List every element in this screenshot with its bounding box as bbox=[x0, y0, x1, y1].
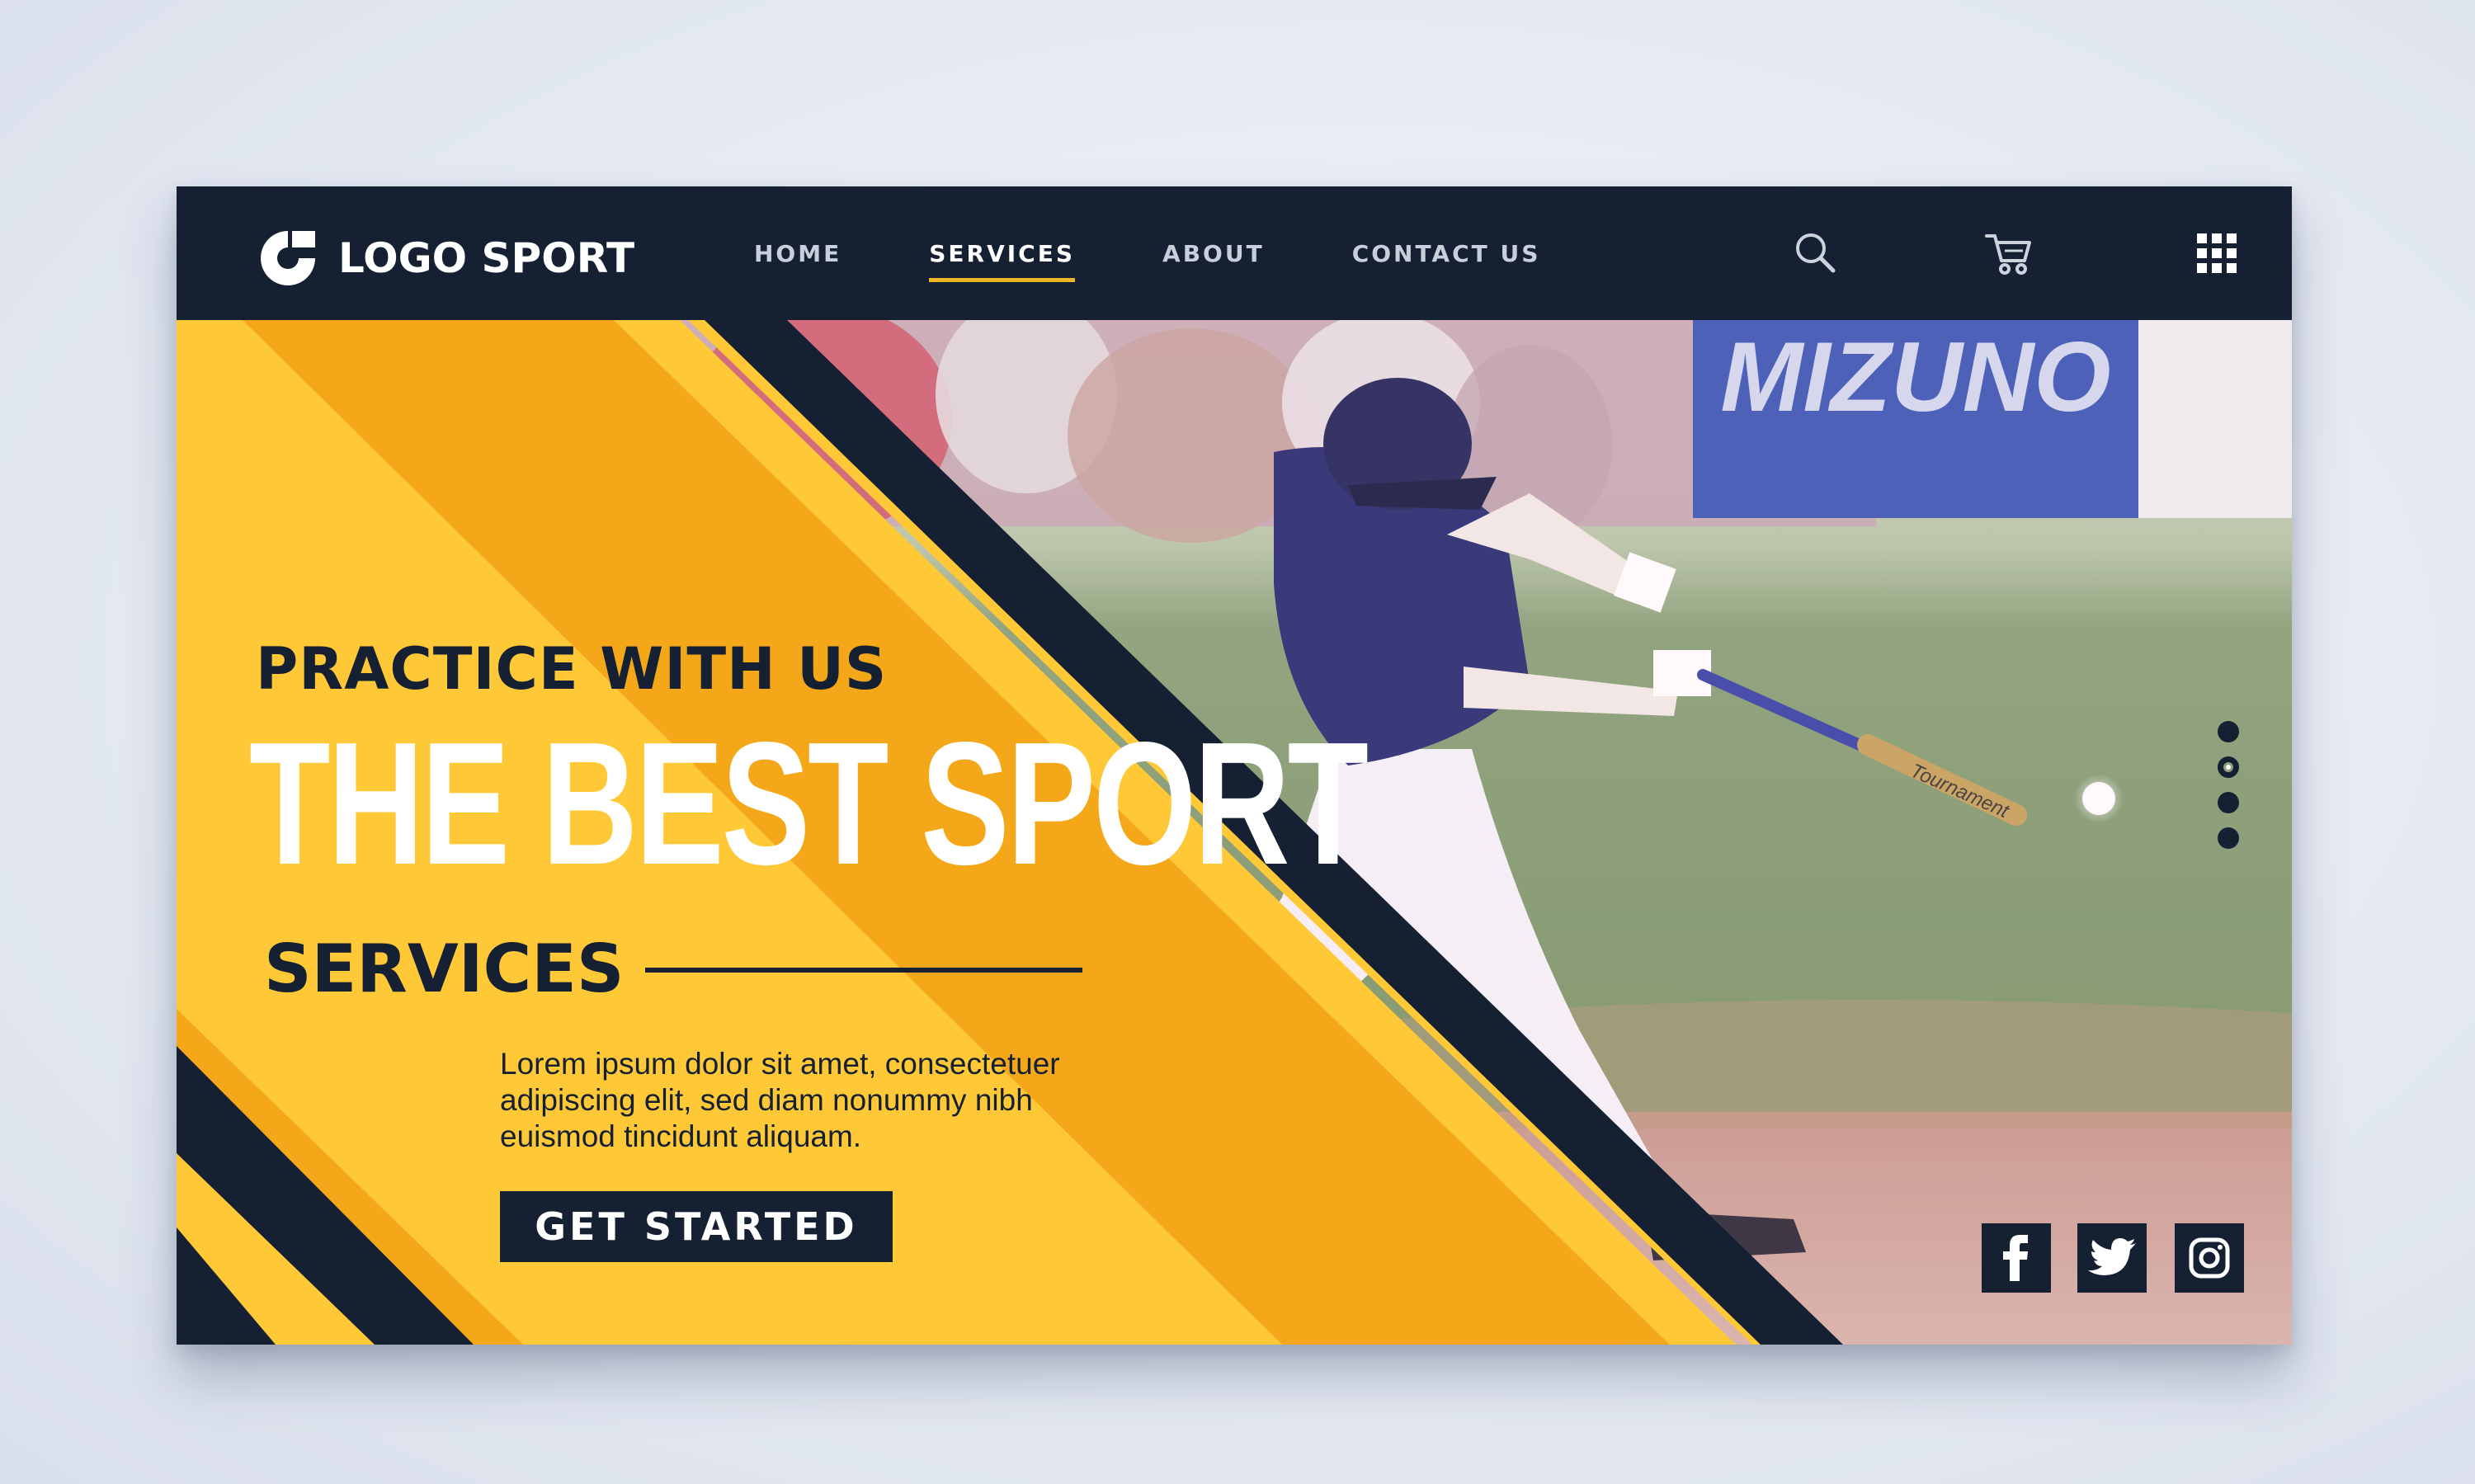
twitter-icon bbox=[2088, 1238, 2136, 1275]
nav-home[interactable]: HOME bbox=[754, 233, 842, 274]
hero-title: THE BEST SPORT bbox=[249, 705, 1369, 901]
hero-section: MIZUNO Tournament PRACTICE WITH US THE B… bbox=[177, 320, 2292, 1345]
nav-contact-us[interactable]: CONTACT US bbox=[1352, 233, 1541, 274]
logo[interactable]: LOGO SPORT bbox=[256, 226, 634, 290]
hero-pretitle: PRACTICE WITH US bbox=[256, 635, 888, 703]
nav-services[interactable]: SERVICES bbox=[929, 233, 1075, 282]
landing-page-card: LOGO SPORT HOME SERVICES ABOUT CONTACT U… bbox=[177, 186, 2292, 1345]
instagram-button[interactable] bbox=[2175, 1223, 2244, 1293]
get-started-button[interactable]: GET STARTED bbox=[500, 1191, 893, 1262]
instagram-icon bbox=[2189, 1237, 2230, 1279]
subtitle-divider bbox=[645, 968, 1082, 973]
logo-text: LOGO SPORT bbox=[338, 234, 635, 282]
main-menu: HOME SERVICES ABOUT CONTACT US bbox=[754, 186, 1628, 320]
slider-dot-4[interactable] bbox=[2218, 827, 2239, 849]
cart-icon[interactable] bbox=[1982, 226, 2036, 280]
grid-menu-icon[interactable] bbox=[2190, 226, 2244, 280]
search-icon[interactable] bbox=[1789, 226, 1843, 280]
slider-dot-3[interactable] bbox=[2218, 792, 2239, 813]
slider-dot-2[interactable] bbox=[2218, 756, 2239, 778]
top-navbar: LOGO SPORT HOME SERVICES ABOUT CONTACT U… bbox=[177, 186, 2292, 320]
facebook-icon bbox=[2003, 1235, 2028, 1281]
facebook-button[interactable] bbox=[1982, 1223, 2051, 1293]
twitter-button[interactable] bbox=[2077, 1223, 2147, 1293]
slider-dot-1[interactable] bbox=[2218, 721, 2239, 742]
hero-subtitle: SERVICES bbox=[264, 930, 625, 1007]
logo-icon bbox=[261, 231, 315, 285]
slider-dots bbox=[2218, 721, 2242, 863]
hero-description: Lorem ipsum dolor sit amet, consectetuer… bbox=[500, 1047, 1060, 1153]
nav-about[interactable]: ABOUT bbox=[1162, 233, 1265, 274]
